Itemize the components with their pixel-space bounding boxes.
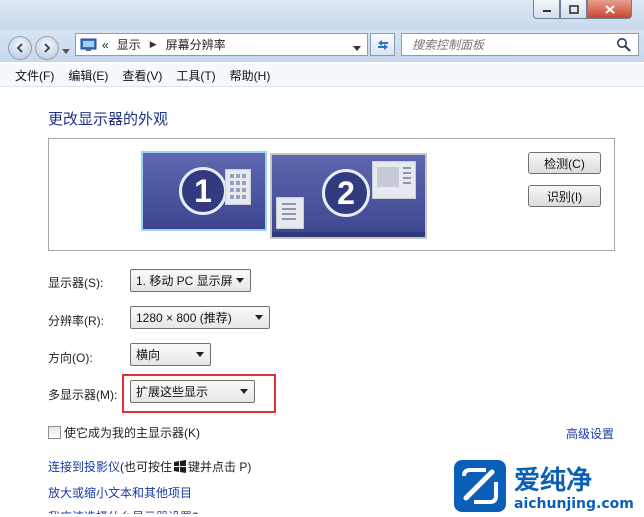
window-thumbnail <box>225 169 251 205</box>
orientation-select-value: 横向 <box>136 348 161 362</box>
primary-display-option[interactable]: 使它成为我的主显示器(K) <box>48 424 200 441</box>
breadcrumb-separator-icon: ▶ <box>149 39 157 49</box>
recent-pages-dropdown[interactable] <box>62 44 70 58</box>
connect-projector-link[interactable]: 连接到投影仪 <box>48 458 120 475</box>
menu-edit[interactable]: 编辑(E) <box>61 67 115 84</box>
menu-tools[interactable]: 工具(T) <box>169 67 222 84</box>
menu-file[interactable]: 文件(F) <box>0 67 61 84</box>
detect-button[interactable]: 检测(C) <box>528 152 601 174</box>
window-preview-icon <box>377 167 411 187</box>
search-input[interactable] <box>402 34 616 55</box>
multi-display-select-value: 扩展这些显示 <box>136 385 209 399</box>
advanced-settings-link[interactable]: 高级设置 <box>566 425 614 442</box>
title-bar <box>0 0 644 30</box>
resolution-select-value: 1280 × 800 (推荐) <box>136 311 232 325</box>
refresh-icon <box>377 39 388 50</box>
display-select-value: 1. 移动 PC 显示屏 <box>136 274 233 288</box>
monitor-2[interactable]: 2 <box>270 153 427 239</box>
maximize-icon <box>568 4 579 14</box>
search-icon[interactable] <box>616 37 632 53</box>
forward-button[interactable] <box>35 36 59 60</box>
window-controls <box>533 0 632 20</box>
chevron-down-icon <box>255 315 263 320</box>
projector-line: 连接到投影仪 (也可按住 键并点击 P) <box>48 458 251 475</box>
search-box[interactable] <box>401 33 639 56</box>
text-size-link[interactable]: 放大或缩小文本和其他项目 <box>48 484 192 501</box>
monitor-number: 2 <box>322 169 370 217</box>
multi-display-label: 多显示器(M): <box>48 388 118 402</box>
projector-hint-key: 键并点击 P) <box>188 460 252 474</box>
orientation-label: 方向(O): <box>48 351 93 365</box>
list-lines-icon <box>282 203 296 220</box>
resolution-label: 分辨率(R): <box>48 314 104 328</box>
orientation-select[interactable]: 横向 <box>130 343 211 366</box>
window-thumbnail <box>276 197 304 229</box>
chevron-down-icon <box>196 352 204 357</box>
monitor-1[interactable]: 1 <box>141 151 267 231</box>
windows-logo-icon <box>174 460 187 473</box>
display-settings-help-link[interactable]: 我应该选择什么显示器设置? <box>48 508 199 514</box>
breadcrumb-item-display[interactable]: 显示 <box>117 36 141 53</box>
chevron-down-icon <box>353 46 361 51</box>
minimize-icon <box>542 10 551 12</box>
monitor-number: 1 <box>179 167 227 215</box>
breadcrumb-prefix[interactable]: « <box>102 38 109 52</box>
back-button[interactable] <box>8 36 32 60</box>
address-bar[interactable]: « 显示 ▶ 屏幕分辨率 <box>75 33 368 56</box>
multi-display-select[interactable]: 扩展这些显示 <box>130 380 255 403</box>
control-panel-icon <box>80 38 97 51</box>
chevron-down-icon <box>62 49 70 54</box>
forward-arrow-icon <box>44 43 51 53</box>
window-thumbnail <box>372 161 416 199</box>
display-select[interactable]: 1. 移动 PC 显示屏 <box>130 269 251 292</box>
primary-display-checkbox[interactable] <box>48 426 61 439</box>
chevron-down-icon <box>240 389 248 394</box>
breadcrumb-item-resolution[interactable]: 屏幕分辨率 <box>166 36 226 53</box>
resolution-select[interactable]: 1280 × 800 (推荐) <box>130 306 270 329</box>
watermark-url: aichunjing.com <box>514 496 634 512</box>
projector-hint-text: (也可按住 <box>120 460 173 474</box>
aichunjing-logo-icon: 爱纯净 aichunjing.com <box>454 460 634 512</box>
menu-help[interactable]: 帮助(H) <box>223 67 278 84</box>
refresh-button[interactable] <box>370 33 395 56</box>
watermark-logo: 爱纯净 aichunjing.com <box>454 458 640 514</box>
primary-display-label[interactable]: 使它成为我的主显示器(K) <box>64 424 200 441</box>
monitor-preview-area: 1 2 检测(C) 识别(I) <box>48 138 615 251</box>
watermark-brand: 爱纯净 <box>514 465 592 496</box>
display-label: 显示器(S): <box>48 276 104 290</box>
close-button[interactable] <box>587 0 632 19</box>
identify-button[interactable]: 识别(I) <box>528 185 601 207</box>
menu-view[interactable]: 查看(V) <box>115 67 169 84</box>
chevron-down-icon <box>236 278 244 283</box>
icon-grid-icon <box>230 174 246 199</box>
back-arrow-icon <box>16 43 23 53</box>
menu-bar: 文件(F) 编辑(E) 查看(V) 工具(T) 帮助(H) <box>0 64 644 87</box>
taskbar-thumbnail <box>272 232 425 237</box>
maximize-button[interactable] <box>560 0 587 19</box>
address-dropdown[interactable] <box>353 41 361 55</box>
page-title: 更改显示器的外观 <box>48 111 169 128</box>
minimize-button[interactable] <box>533 0 560 19</box>
close-icon <box>604 4 615 14</box>
